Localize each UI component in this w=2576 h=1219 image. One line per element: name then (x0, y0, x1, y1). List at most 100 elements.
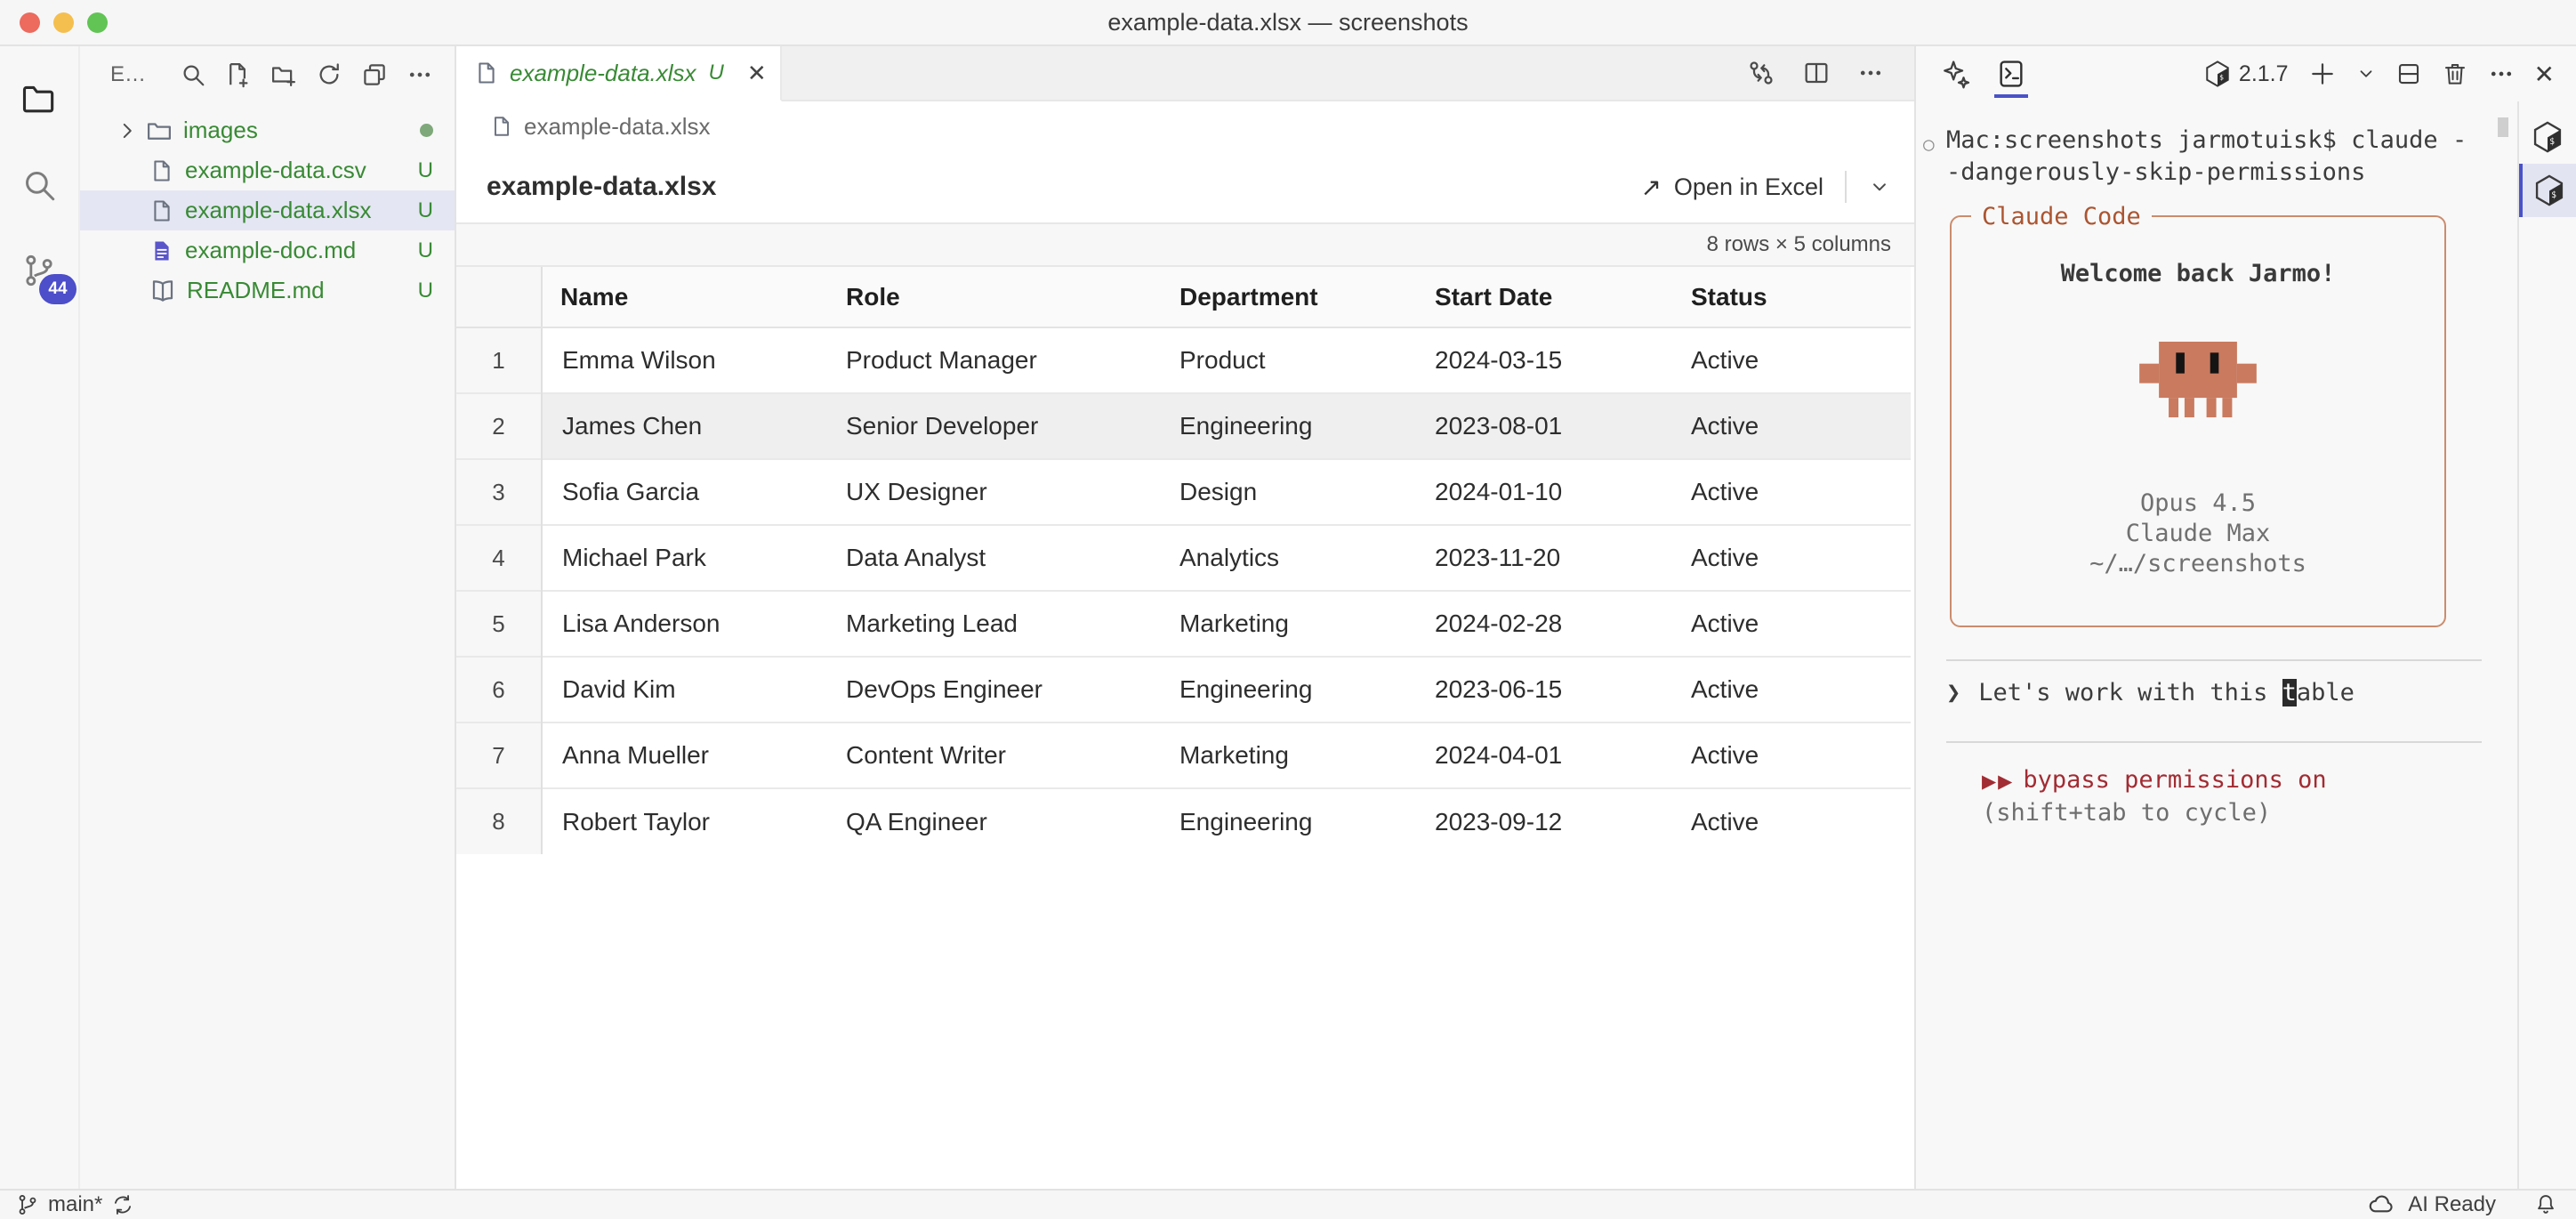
shell-decoration-icon: ○ (1923, 128, 1935, 160)
terminal-output[interactable]: ○ Mac:screenshots jarmotuisk$ claude - -… (1916, 101, 2517, 1189)
table-row[interactable]: 2 James Chen Senior Developer Engineerin… (456, 393, 1911, 459)
input-separator (1946, 741, 2482, 743)
explorer-search-icon[interactable] (180, 61, 206, 88)
file-tree: images example-data.csv U example-data.x… (80, 103, 455, 1189)
bypass-arrows-icon: ▶▶ (1982, 771, 2014, 792)
svg-text:$: $ (2551, 190, 2556, 200)
svg-text:$: $ (2219, 73, 2224, 81)
table-row[interactable]: 8 Robert Taylor QA Engineer Engineering … (456, 788, 1911, 854)
xlsx-preview: example-data.xlsx ↗ Open in Excel 8 rows… (456, 151, 1914, 1189)
column-header[interactable]: Department (1162, 267, 1417, 327)
claude-version: $ 2.1.7 (2203, 60, 2289, 88)
breadcrumb-item[interactable]: example-data.xlsx (524, 113, 711, 141)
more-actions-icon[interactable] (407, 61, 433, 88)
editor-more-actions-icon[interactable] (1857, 60, 1884, 86)
file-icon (149, 158, 174, 183)
tree-item-images[interactable]: images (80, 110, 455, 150)
panel-more-actions-icon[interactable] (2488, 61, 2515, 87)
markdown-file-icon (149, 238, 174, 263)
new-file-icon[interactable] (225, 61, 252, 88)
tree-item-label: example-data.xlsx (185, 197, 372, 224)
scrollbar-thumb[interactable] (2498, 117, 2508, 137)
table-row[interactable]: 3 Sofia Garcia UX Designer Design 2024-0… (456, 459, 1911, 525)
folder-icon (20, 80, 59, 119)
column-header[interactable]: Start Date (1417, 267, 1673, 327)
activity-search[interactable] (12, 158, 66, 212)
zoom-window-button[interactable] (87, 12, 108, 33)
column-header[interactable]: Status (1673, 267, 1911, 327)
data-table: Name Role Department Start Date Status 1… (456, 267, 1911, 854)
activity-source-control[interactable]: 44 (12, 244, 66, 297)
git-status-badge: U (418, 238, 433, 263)
claude-code-box-title: Claude Code (1971, 201, 2152, 233)
minimize-window-button[interactable] (53, 12, 74, 33)
sparkle-ai-icon[interactable] (1941, 59, 1971, 89)
tree-item-label: images (183, 117, 258, 144)
bypass-permissions-status[interactable]: ▶▶bypass permissions on (1946, 764, 2482, 797)
plan-name: Claude Max (1952, 519, 2444, 549)
tree-item-example-doc-md[interactable]: example-doc.md U (80, 230, 455, 270)
working-directory: ~/…/screenshots (1952, 549, 2444, 579)
prompt-chevron: ❯ (1946, 677, 1960, 709)
untracked-dot-badge (420, 124, 433, 137)
corner-cell (456, 267, 542, 327)
tree-item-readme-md[interactable]: README.md U (80, 270, 455, 311)
terminal-session-claude-2[interactable]: $ (2519, 164, 2576, 217)
breadcrumb[interactable]: example-data.xlsx (456, 101, 1914, 151)
table-row[interactable]: 5 Lisa Anderson Marketing Lead Marketing… (456, 591, 1911, 657)
split-terminal-icon[interactable] (2395, 61, 2422, 87)
sync-icon[interactable] (111, 1193, 134, 1216)
table-header-row: Name Role Department Start Date Status (456, 267, 1911, 327)
terminal-dropdown-icon[interactable] (2356, 64, 2376, 84)
git-status-badge: U (418, 198, 433, 223)
column-header[interactable]: Role (828, 267, 1162, 327)
tree-item-example-data-csv[interactable]: example-data.csv U (80, 150, 455, 190)
collapse-all-icon[interactable] (361, 61, 388, 88)
book-icon (149, 278, 176, 304)
file-icon (149, 198, 174, 223)
activity-explorer[interactable] (12, 73, 66, 126)
status-bar: main* AI Ready (0, 1189, 2576, 1219)
explorer-sidebar: E… (80, 46, 456, 1189)
open-in-excel-button[interactable]: ↗ Open in Excel (1640, 171, 1891, 203)
kill-terminal-icon[interactable] (2442, 61, 2468, 87)
close-window-button[interactable] (20, 12, 40, 33)
table-dimensions: 8 rows × 5 columns (1707, 232, 1891, 257)
editor-group: example-data.xlsx U ✕ (456, 46, 1914, 1189)
terminal-tab-icon[interactable] (1994, 50, 2028, 98)
tree-item-example-data-xlsx[interactable]: example-data.xlsx U (80, 190, 455, 230)
split-editor-icon[interactable] (1802, 59, 1831, 87)
table-row[interactable]: 6 David Kim DevOps Engineer Engineering … (456, 657, 1911, 723)
ai-ready-status[interactable]: AI Ready (2408, 1192, 2496, 1217)
table-row[interactable]: 7 Anna Mueller Content Writer Marketing … (456, 723, 1911, 788)
file-icon (490, 115, 513, 138)
svg-text:$: $ (2549, 137, 2555, 147)
bell-icon[interactable] (2533, 1192, 2558, 1217)
chevron-down-icon[interactable] (1868, 175, 1891, 198)
refresh-icon[interactable] (316, 61, 342, 88)
explorer-header: E… (80, 46, 455, 103)
chevron-right-icon (116, 119, 139, 142)
terminal-line: -dangerously-skip-permissions (1946, 157, 2482, 189)
traffic-lights (20, 0, 108, 44)
column-header[interactable]: Name (542, 267, 828, 327)
tab-example-data-xlsx[interactable]: example-data.xlsx U ✕ (456, 46, 782, 101)
welcome-message: Welcome back Jarmo! (1952, 258, 2444, 290)
tab-git-decoration: U (709, 61, 724, 85)
terminal-session-claude-1[interactable]: $ (2519, 110, 2576, 164)
tab-bar: example-data.xlsx U ✕ (456, 46, 1914, 101)
scm-count-badge: 44 (39, 274, 76, 304)
open-changes-icon[interactable] (1747, 59, 1775, 87)
claude-mascot-pixel-art (2139, 342, 2257, 437)
table-row[interactable]: 4 Michael Park Data Analyst Analytics 20… (456, 525, 1911, 591)
tree-item-label: example-data.csv (185, 157, 366, 184)
branch-status-item[interactable]: main* (16, 1192, 134, 1217)
new-folder-icon[interactable] (270, 61, 297, 88)
close-tab-icon[interactable]: ✕ (747, 60, 767, 87)
new-terminal-icon[interactable] (2308, 60, 2337, 88)
table-row[interactable]: 1 Emma Wilson Product Manager Product 20… (456, 327, 1911, 393)
close-panel-icon[interactable]: ✕ (2534, 60, 2555, 89)
vscode-window: example-data.xlsx — screenshots 44 (0, 0, 2576, 1219)
claude-input-line[interactable]: ❯ Let's work with this table (1946, 677, 2482, 709)
divider (1845, 171, 1847, 203)
